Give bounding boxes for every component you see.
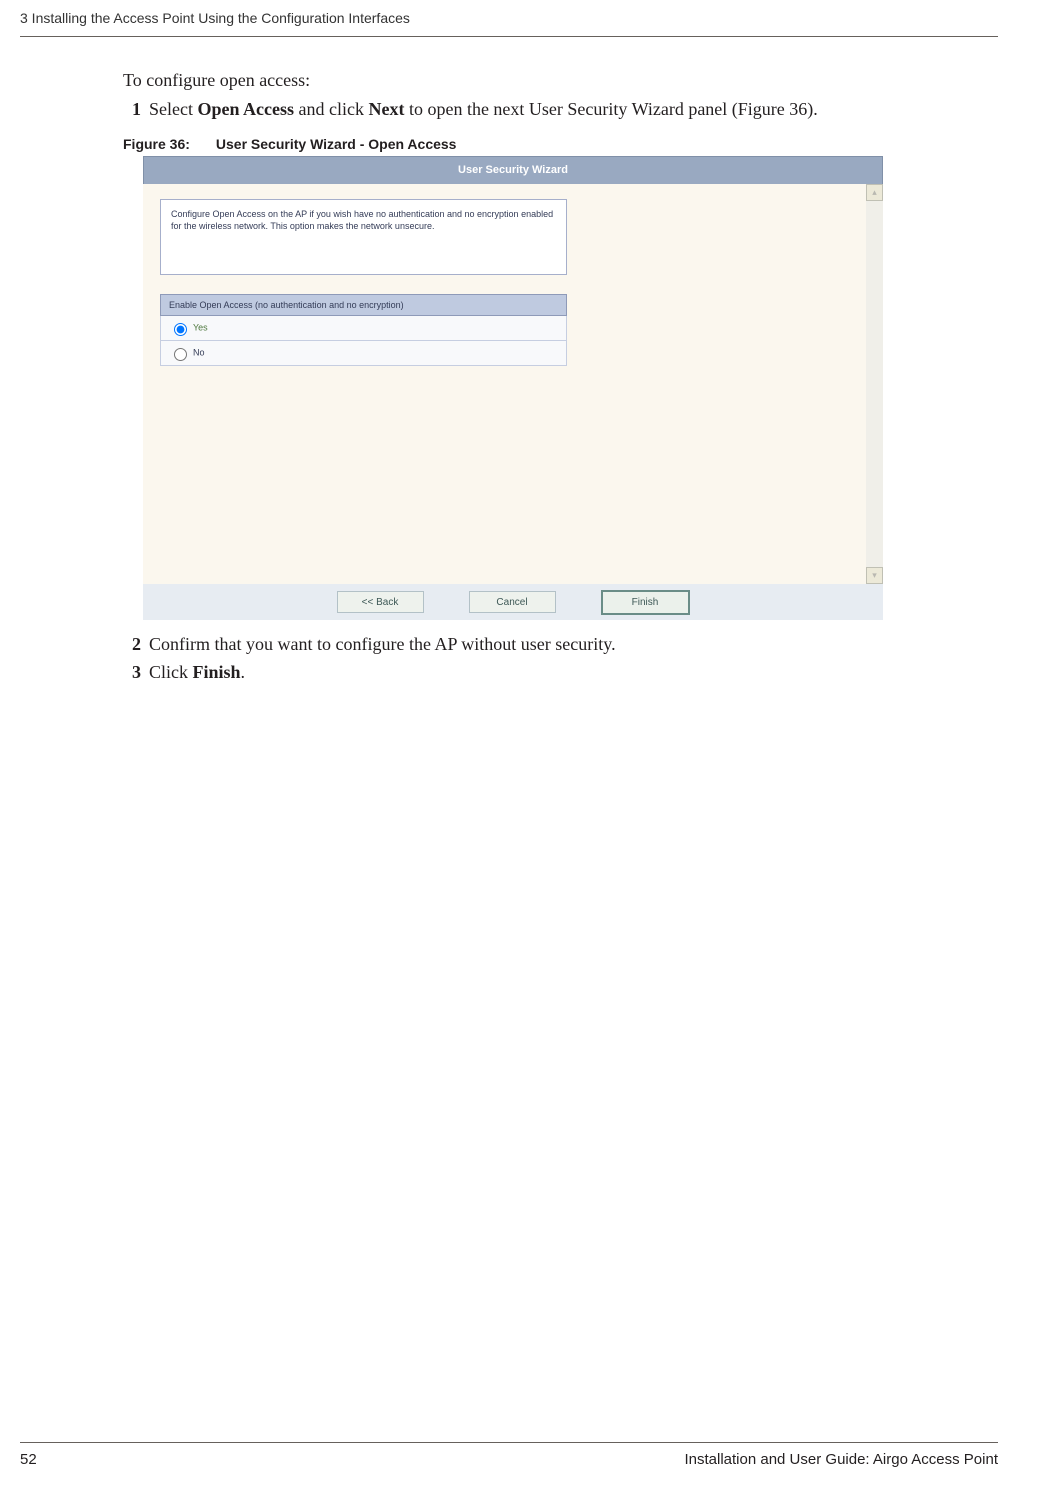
step-3-num: 3 bbox=[132, 662, 141, 682]
step-1-bold1: Open Access bbox=[197, 99, 294, 119]
step-1: 1 Select Open Access and click Next to op… bbox=[132, 99, 998, 120]
step-2: 2 Confirm that you want to configure the … bbox=[132, 634, 998, 655]
step-3-bold: Finish bbox=[193, 662, 241, 682]
back-button[interactable]: << Back bbox=[337, 591, 424, 613]
step-1-suffix: to open the next User Security Wizard pa… bbox=[404, 99, 817, 119]
doc-title: Installation and User Guide: Airgo Acces… bbox=[684, 1451, 998, 1468]
finish-button[interactable]: Finish bbox=[601, 590, 690, 615]
wizard-screenshot: User Security Wizard Configure Open Acce… bbox=[143, 156, 883, 620]
step-3-prefix: Click bbox=[149, 662, 193, 682]
figure-caption: Figure 36: User Security Wizard - Open Ac… bbox=[123, 136, 998, 152]
option-no-label: No bbox=[193, 347, 205, 357]
figure-title: User Security Wizard - Open Access bbox=[216, 136, 457, 152]
option-yes-label: Yes bbox=[193, 322, 208, 332]
option-no-row[interactable]: No bbox=[161, 341, 567, 366]
step-2-text: Confirm that you want to configure the A… bbox=[149, 634, 616, 654]
option-yes-row[interactable]: Yes bbox=[161, 316, 567, 341]
step-3-suffix: . bbox=[241, 662, 246, 682]
scrollbar[interactable]: ▴ ▾ bbox=[866, 184, 883, 584]
chapter-header: 3 Installing the Access Point Using the … bbox=[20, 10, 998, 37]
step-1-bold2: Next bbox=[368, 99, 404, 119]
option-no-radio[interactable] bbox=[174, 348, 187, 361]
step-2-num: 2 bbox=[132, 634, 141, 654]
step-1-num: 1 bbox=[132, 99, 141, 119]
page-number: 52 bbox=[20, 1451, 37, 1468]
step-1-prefix: Select bbox=[149, 99, 197, 119]
wizard-title: User Security Wizard bbox=[143, 156, 883, 184]
options-header: Enable Open Access (no authentication an… bbox=[161, 295, 567, 316]
wizard-button-bar: << Back Cancel Finish bbox=[143, 584, 883, 620]
scroll-up-icon[interactable]: ▴ bbox=[866, 184, 883, 201]
page-footer: 52 Installation and User Guide: Airgo Ac… bbox=[20, 1442, 998, 1468]
wizard-body: Configure Open Access on the AP if you w… bbox=[143, 184, 883, 584]
cancel-button[interactable]: Cancel bbox=[469, 591, 556, 613]
step-3: 3 Click Finish. bbox=[132, 662, 998, 683]
option-yes-radio[interactable] bbox=[174, 323, 187, 336]
step-1-mid: and click bbox=[294, 99, 368, 119]
open-access-options: Enable Open Access (no authentication an… bbox=[160, 294, 567, 366]
scroll-down-icon[interactable]: ▾ bbox=[866, 567, 883, 584]
wizard-info: Configure Open Access on the AP if you w… bbox=[160, 199, 567, 275]
figure-label: Figure 36: bbox=[123, 136, 190, 152]
intro-text: To configure open access: bbox=[123, 70, 998, 91]
